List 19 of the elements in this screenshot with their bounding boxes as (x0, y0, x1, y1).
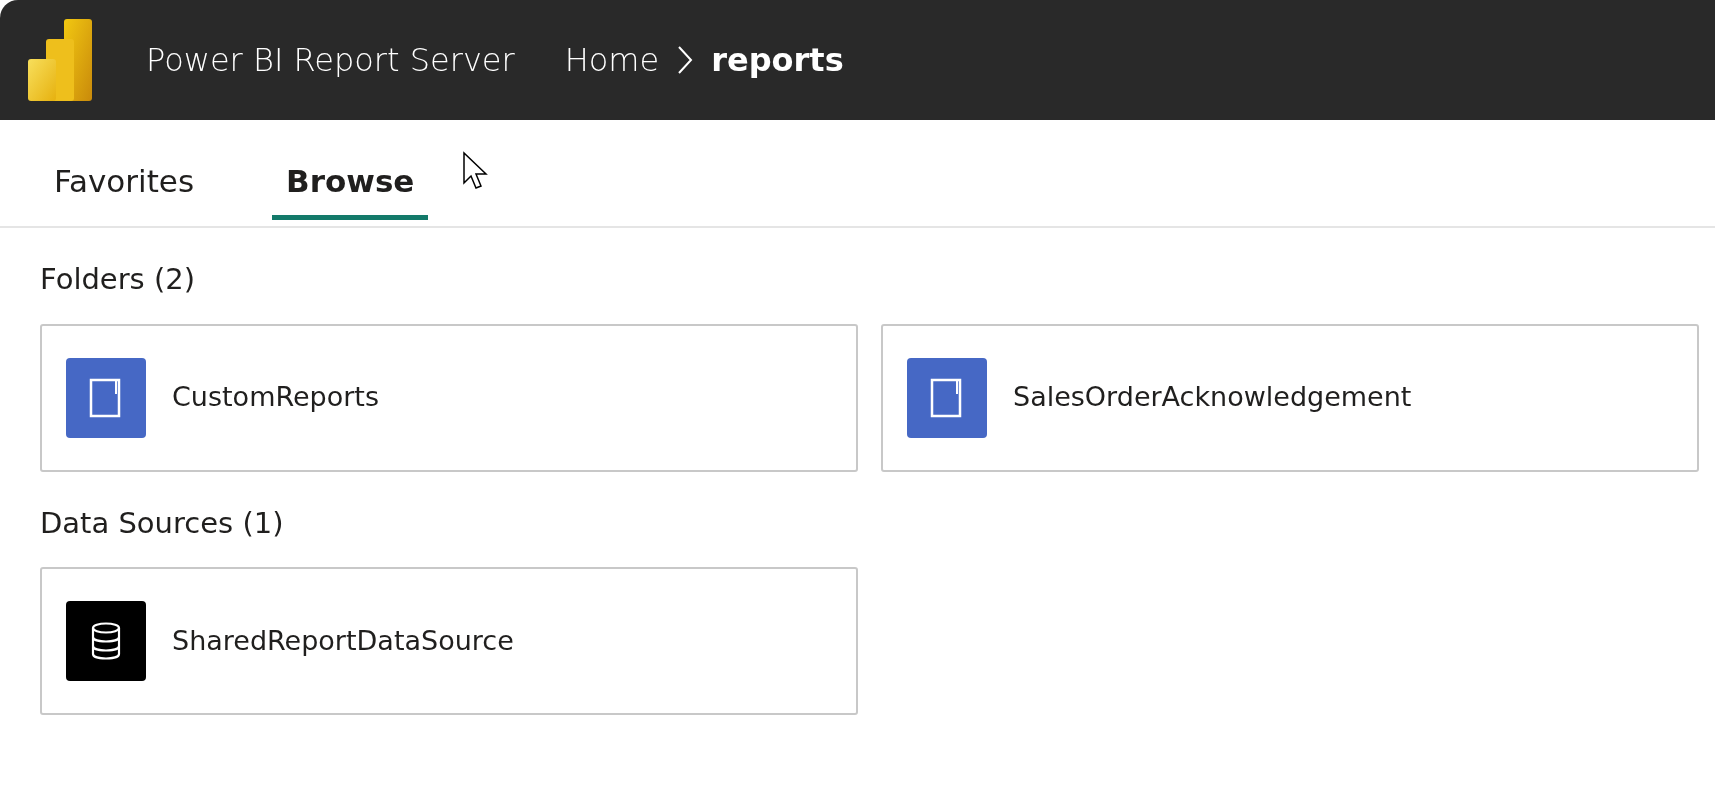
bar-chart-logo-icon (28, 19, 92, 101)
item-name: SalesOrderAcknowledgement (1013, 380, 1412, 415)
data-source-card[interactable]: SharedReportDataSource (40, 567, 858, 715)
breadcrumb-link[interactable]: reports (711, 36, 844, 84)
folder-icon (907, 357, 987, 438)
folder-card[interactable]: CustomReports (40, 323, 858, 472)
database-icon (66, 601, 146, 681)
folder-card[interactable]: SalesOrderAcknowledgement (881, 323, 1699, 472)
nav-tab[interactable]: Browse (272, 144, 429, 220)
mouse-pointer-icon (462, 151, 489, 191)
section-heading: Data Sources (1) (40, 504, 285, 542)
folder-icon (66, 357, 146, 438)
breadcrumb-link[interactable]: Home (564, 36, 660, 84)
item-name: SharedReportDataSource (172, 623, 514, 658)
item-name: CustomReports (172, 380, 379, 415)
app-title: Power BI Report Server (146, 40, 515, 81)
section-heading: Folders (2) (40, 261, 197, 298)
chevron-right-icon (677, 45, 694, 75)
nav-tab[interactable]: Favorites (40, 144, 209, 220)
